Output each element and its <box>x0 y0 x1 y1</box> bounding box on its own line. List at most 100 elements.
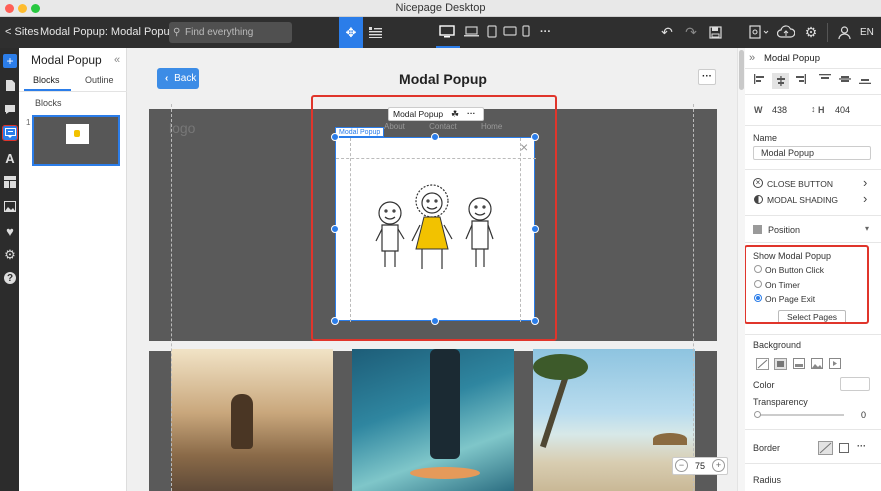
name-field[interactable]: Modal Popup <box>753 146 871 160</box>
tab-blocks[interactable]: Blocks <box>33 75 60 85</box>
close-window-icon[interactable] <box>5 4 14 13</box>
help-icon[interactable]: ? <box>4 272 16 284</box>
panel-title: Modal Popup <box>31 53 102 67</box>
position-section[interactable]: Position ▾ <box>753 224 873 238</box>
user-account-icon[interactable] <box>836 24 852 40</box>
page-options-button[interactable]: ··· <box>698 69 716 85</box>
align-center-icon[interactable] <box>772 73 789 89</box>
color-label: Color <box>753 380 775 390</box>
site-settings-icon[interactable]: ⚙ <box>3 247 17 262</box>
main-toolbar: < Sites Modal Popup: Modal Popup ⚲ Find … <box>0 17 881 48</box>
redo-icon[interactable]: ↷ <box>683 24 699 40</box>
expand-panel-icon[interactable]: » <box>749 52 755 64</box>
height-value[interactable]: 404 <box>835 105 850 115</box>
search-input[interactable]: ⚲ Find everything <box>169 22 292 43</box>
minimize-window-icon[interactable] <box>18 4 27 13</box>
comments-icon[interactable] <box>3 102 17 116</box>
search-icon: ⚲ <box>173 27 181 38</box>
transparency-label: Transparency <box>753 397 808 407</box>
position-label: Position <box>768 225 801 235</box>
tablet-landscape-view-icon[interactable] <box>502 24 518 38</box>
preview-icon[interactable] <box>748 24 770 40</box>
publish-cloud-icon[interactable] <box>777 24 795 40</box>
align-bottom-icon[interactable] <box>859 74 873 88</box>
border-divider <box>745 463 881 464</box>
select-tool-icon[interactable]: ✥ <box>339 17 363 48</box>
guide-line-left <box>171 104 172 491</box>
border-none-icon[interactable] <box>818 441 833 455</box>
color-swatch[interactable] <box>840 377 870 391</box>
zoom-in-icon[interactable]: + <box>712 459 725 472</box>
scrollbar-thumb[interactable] <box>739 50 744 90</box>
toolbar-divider <box>827 23 828 42</box>
close-button-label: CLOSE BUTTON <box>767 179 833 189</box>
favorites-heart-icon[interactable]: ♥ <box>3 224 17 239</box>
name-label: Name <box>753 133 778 143</box>
document-title: Modal Popup: Modal Popup <box>40 26 176 38</box>
border-more-button[interactable]: ··· <box>857 441 866 451</box>
more-views-button[interactable]: ··· <box>540 17 551 48</box>
align-left-icon[interactable] <box>754 74 768 88</box>
size-divider <box>745 125 881 126</box>
background-label: Background <box>753 340 802 350</box>
desktop-view-icon[interactable] <box>437 23 457 39</box>
editor-canvas[interactable]: ‹ Back Modal Popup ··· logo About Contac… <box>127 48 737 491</box>
layers-list-icon[interactable] <box>368 25 382 39</box>
transparency-slider[interactable] <box>754 411 844 418</box>
radius-label: Radius <box>753 475 782 485</box>
window-titlebar: Nicepage Desktop <box>0 0 881 17</box>
collapse-panel-icon[interactable]: « <box>114 54 120 66</box>
close-button-section[interactable]: × CLOSE BUTTON › <box>753 175 873 192</box>
height-icon: ↕ <box>811 104 816 114</box>
align-middle-icon[interactable] <box>839 74 853 88</box>
tabs-divider <box>19 91 127 92</box>
add-element-icon[interactable]: + <box>3 54 17 68</box>
sites-link[interactable]: < Sites <box>5 17 39 48</box>
zoom-out-icon[interactable]: − <box>675 459 688 472</box>
chevron-right-icon: › <box>863 175 868 190</box>
transparency-slider-knob[interactable] <box>754 411 761 418</box>
surfer-photo[interactable] <box>352 349 514 491</box>
show-divider <box>745 334 881 335</box>
layout-blocks-icon[interactable] <box>3 175 17 189</box>
blocks-panel: Modal Popup « Blocks Outline Blocks 1 <box>19 48 127 491</box>
header-divider <box>745 68 881 69</box>
width-label: W <box>754 105 763 115</box>
palm-beach-photo[interactable] <box>533 349 695 491</box>
border-solid-icon[interactable] <box>839 443 849 453</box>
canvas-scrollbar[interactable] <box>737 48 745 491</box>
tab-outline[interactable]: Outline <box>85 75 114 85</box>
align-divider <box>745 94 881 95</box>
modal-shading-section[interactable]: MODAL SHADING › <box>753 191 873 208</box>
maximize-window-icon[interactable] <box>31 4 40 13</box>
align-top-icon[interactable] <box>819 74 833 88</box>
settings-gear-icon[interactable]: ⚙ <box>803 24 819 40</box>
background-divider <box>745 429 881 430</box>
background-color-icon[interactable] <box>774 358 787 370</box>
position-divider <box>745 242 881 243</box>
modal-popup-icon[interactable] <box>2 125 18 141</box>
background-video-icon[interactable] <box>829 358 842 370</box>
save-icon[interactable] <box>707 24 723 40</box>
phone-view-icon[interactable] <box>520 24 532 38</box>
background-gradient-icon[interactable] <box>793 358 806 370</box>
block-thumbnail[interactable] <box>32 115 120 166</box>
zoom-control: − 75 + <box>672 457 728 475</box>
width-value[interactable]: 438 <box>772 105 787 115</box>
undo-icon[interactable]: ↶ <box>659 24 675 40</box>
woman-on-beach-photo[interactable] <box>171 349 333 491</box>
laptop-view-icon[interactable] <box>463 24 479 38</box>
typography-icon[interactable]: A <box>3 151 17 166</box>
name-field-value: Modal Popup <box>761 148 815 158</box>
back-button[interactable]: ‹ Back <box>157 68 199 89</box>
language-button[interactable]: EN <box>860 17 874 48</box>
show-modal-highlight-box <box>745 245 869 324</box>
tablet-view-icon[interactable] <box>485 24 499 38</box>
align-right-icon[interactable] <box>794 74 808 88</box>
modal-shading-label: MODAL SHADING <box>767 195 839 205</box>
background-none-icon[interactable] <box>756 358 769 370</box>
pages-icon[interactable] <box>3 78 17 92</box>
background-image-icon[interactable] <box>811 358 824 370</box>
images-icon[interactable] <box>3 199 17 213</box>
back-chevron-icon: ‹ <box>165 73 169 84</box>
